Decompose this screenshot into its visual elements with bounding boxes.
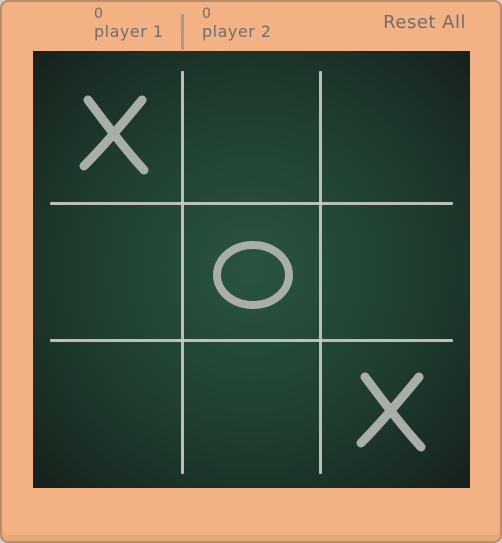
score-divider	[181, 14, 184, 50]
o-mark-icon	[212, 240, 293, 309]
board-cell-3-3[interactable]	[322, 342, 459, 479]
board-cell-2-3[interactable]	[322, 204, 459, 341]
x-mark-icon	[356, 372, 425, 451]
x-mark-icon	[79, 95, 148, 174]
score-bar: 0 player 1 0 player 2 Reset All	[2, 2, 500, 52]
board-cell-1-3[interactable]	[322, 65, 459, 202]
game-board	[33, 51, 470, 488]
player1-score: 0 player 1	[94, 6, 164, 40]
reset-all-button[interactable]: Reset All	[383, 12, 466, 33]
board-cell-2-1[interactable]	[45, 204, 182, 341]
game-frame: 0 player 1 0 player 2 Reset All	[0, 0, 502, 543]
board-cell-1-2[interactable]	[184, 65, 321, 202]
board-cell-3-1[interactable]	[45, 342, 182, 479]
player1-label: player 1	[94, 22, 164, 41]
board-cell-3-2[interactable]	[184, 342, 321, 479]
player2-score-value: 0	[202, 6, 212, 22]
player1-score-value: 0	[94, 6, 104, 22]
board-cell-1-1[interactable]	[45, 65, 182, 202]
board-cell-2-2[interactable]	[184, 204, 321, 341]
player2-score: 0 player 2	[202, 6, 272, 40]
player2-label: player 2	[202, 22, 272, 41]
